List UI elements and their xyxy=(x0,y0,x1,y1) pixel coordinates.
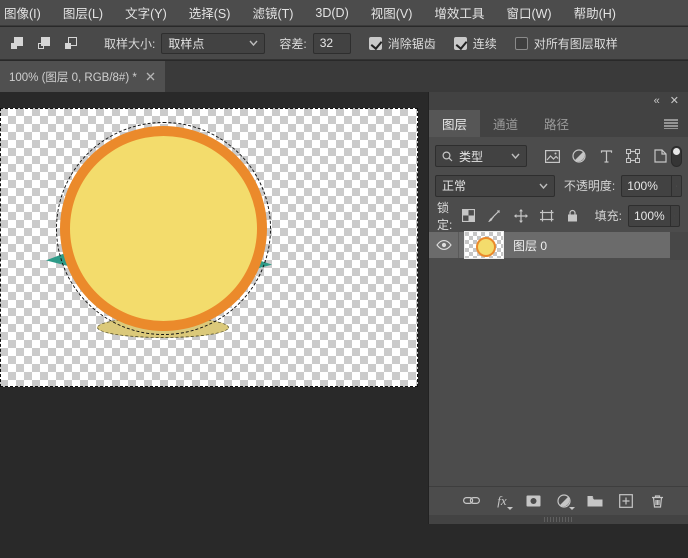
layer-thumbnail[interactable] xyxy=(464,231,504,259)
contiguous-checkbox[interactable] xyxy=(453,36,467,50)
lock-image-pixels-icon[interactable] xyxy=(487,208,503,224)
scrollbar-gutter[interactable] xyxy=(670,232,688,260)
layer-list: 图层 0 xyxy=(429,231,688,260)
selection-mode-group xyxy=(0,34,90,52)
menu-window[interactable]: 窗口(W) xyxy=(495,3,562,22)
blend-mode-row: 正常 不透明度: 100% xyxy=(429,173,688,198)
anti-alias-label: 消除锯齿 xyxy=(387,36,436,51)
chevron-down-icon xyxy=(539,183,548,189)
panel-resize-grip[interactable] xyxy=(429,515,688,524)
document-tab[interactable]: 100% (图层 0, RGB/8#) * xyxy=(0,61,165,92)
canvas[interactable] xyxy=(0,108,418,387)
sample-all-layers-label: 对所有图层取样 xyxy=(533,36,618,51)
layer-filter-row: 类型 xyxy=(429,143,688,169)
filter-type-dropdown[interactable]: 类型 xyxy=(435,145,527,167)
new-selection-icon[interactable] xyxy=(8,34,26,52)
layers-panel: « ✕ 图层 通道 路径 类型 正常 不透明度: 100% 锁定: 填充: 10… xyxy=(428,92,688,524)
lock-label: 锁定: xyxy=(437,200,453,232)
yellow-circle-artwork xyxy=(60,126,267,331)
tolerance-input[interactable]: 32 xyxy=(312,32,351,54)
anti-alias-option[interactable]: 消除锯齿 xyxy=(368,35,436,52)
photoshop-window: 图像(I) 图层(L) 文字(Y) 选择(S) 滤镜(T) 3D(D) 视图(V… xyxy=(0,0,688,558)
layer-style-fx-icon[interactable]: fx xyxy=(493,492,513,510)
menu-help[interactable]: 帮助(H) xyxy=(563,3,627,22)
opacity-label: 不透明度: xyxy=(563,179,616,193)
layer-visibility-eye-icon[interactable] xyxy=(429,232,459,258)
lock-all-icon[interactable] xyxy=(565,208,581,224)
chevron-down-icon xyxy=(674,215,675,216)
sample-size-value: 取样点 xyxy=(168,36,205,51)
tolerance-value: 32 xyxy=(319,36,334,50)
opacity-value: 100% xyxy=(627,178,658,193)
panel-tab-bar: 图层 通道 路径 xyxy=(429,110,688,137)
tool-options-bar: 取样大小: 取样点 容差: 32 消除锯齿 连续 对所有图层取样 xyxy=(0,27,688,60)
sample-all-layers-checkbox[interactable] xyxy=(514,36,528,50)
filter-kind-icons xyxy=(543,147,669,165)
filter-adjustment-layers-icon[interactable] xyxy=(570,147,588,165)
menu-filter[interactable]: 滤镜(T) xyxy=(241,3,304,22)
panel-menu-icon[interactable] xyxy=(664,118,678,129)
layer-name[interactable]: 图层 0 xyxy=(513,237,547,254)
delete-layer-trash-icon[interactable] xyxy=(648,492,666,510)
filter-smart-objects-icon[interactable] xyxy=(651,147,669,165)
subtract-from-selection-icon[interactable] xyxy=(62,34,80,52)
add-to-selection-icon[interactable] xyxy=(35,34,53,52)
tab-layers[interactable]: 图层 xyxy=(429,110,481,137)
search-icon xyxy=(442,150,453,161)
contiguous-option[interactable]: 连续 xyxy=(453,35,497,52)
lock-artboard-icon[interactable] xyxy=(539,208,555,224)
tab-paths[interactable]: 路径 xyxy=(531,110,582,137)
new-adjustment-layer-icon[interactable] xyxy=(555,492,575,510)
blend-mode-value: 正常 xyxy=(442,179,467,193)
sample-all-layers-option[interactable]: 对所有图层取样 xyxy=(514,35,618,52)
filter-pixel-layers-icon[interactable] xyxy=(543,147,561,165)
chevron-down-icon xyxy=(676,185,677,186)
blend-mode-dropdown[interactable]: 正常 xyxy=(435,174,555,197)
document-tab-title: 100% (图层 0, RGB/8#) * xyxy=(9,71,137,84)
link-layers-icon[interactable] xyxy=(462,492,480,510)
menu-view[interactable]: 视图(V) xyxy=(360,3,424,22)
chevron-down-icon xyxy=(511,153,520,159)
sample-size-label: 取样大小: xyxy=(104,36,156,51)
menu-type[interactable]: 文字(Y) xyxy=(114,3,178,22)
menu-plugins[interactable]: 增效工具 xyxy=(423,3,495,22)
anti-alias-checkbox[interactable] xyxy=(368,36,382,50)
fill-value: 100% xyxy=(634,208,665,223)
collapse-panel-icon[interactable]: « xyxy=(654,95,660,107)
lock-transparent-pixels-icon[interactable] xyxy=(461,208,477,224)
chevron-down-icon xyxy=(249,40,258,46)
lock-row: 锁定: 填充: 100% xyxy=(429,201,688,232)
lock-buttons xyxy=(461,208,581,224)
lock-position-icon[interactable] xyxy=(513,208,529,224)
add-layer-mask-icon[interactable] xyxy=(524,492,542,510)
sample-size-dropdown[interactable]: 取样点 xyxy=(161,32,266,54)
fill-label: 填充: xyxy=(594,209,622,223)
new-group-folder-icon[interactable] xyxy=(586,492,604,510)
menu-layer[interactable]: 图层(L) xyxy=(52,3,114,22)
layers-panel-toolbar: fx xyxy=(429,486,688,514)
filter-type-layers-icon[interactable] xyxy=(597,147,615,165)
new-layer-icon[interactable] xyxy=(617,492,635,510)
tolerance-label: 容差: xyxy=(279,36,307,51)
fill-control[interactable]: 100% xyxy=(628,204,680,227)
menu-bar: 图像(I) 图层(L) 文字(Y) 选择(S) 滤镜(T) 3D(D) 视图(V… xyxy=(0,0,688,26)
menu-3d[interactable]: 3D(D) xyxy=(304,6,359,20)
document-tab-strip: 100% (图层 0, RGB/8#) * xyxy=(0,61,688,92)
contiguous-label: 连续 xyxy=(472,36,497,51)
close-panel-icon[interactable]: ✕ xyxy=(670,95,679,107)
filter-type-label: 类型 xyxy=(459,149,484,164)
tab-channels[interactable]: 通道 xyxy=(480,110,531,137)
layer-row[interactable]: 图层 0 xyxy=(429,231,670,259)
filter-shape-layers-icon[interactable] xyxy=(624,147,642,165)
filter-on-off-toggle[interactable] xyxy=(671,145,682,167)
menu-select[interactable]: 选择(S) xyxy=(178,3,242,22)
opacity-control[interactable]: 100% xyxy=(621,174,682,197)
document-close-icon[interactable] xyxy=(146,72,155,81)
menu-image[interactable]: 图像(I) xyxy=(0,3,52,22)
panel-header: « ✕ xyxy=(429,92,688,110)
